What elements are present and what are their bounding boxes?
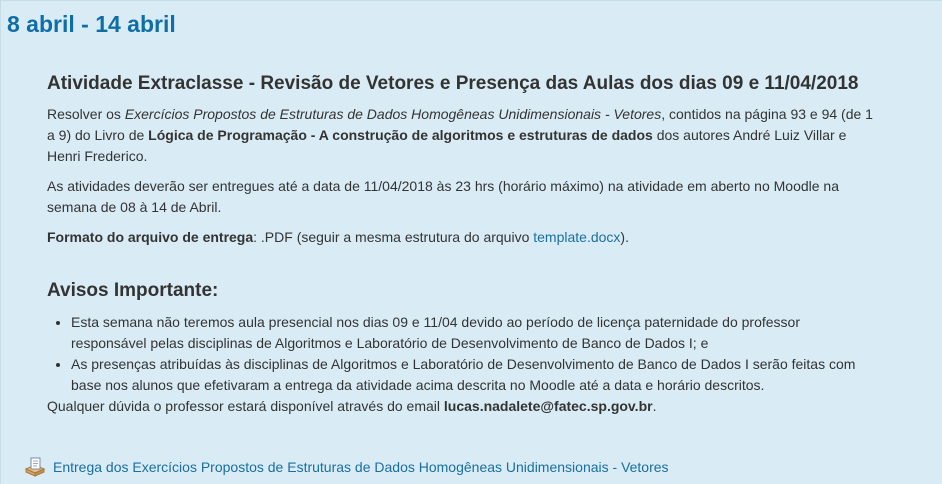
contact-text: Qualquer dúvida o professor estará dispo… [47, 398, 444, 414]
file-format-label: Formato do arquivo de entrega [47, 229, 254, 245]
desc-exercises-title: Exercícios Propostos de Estruturas de Da… [124, 106, 662, 122]
file-format: Formato do arquivo de entrega: .PDF (seg… [47, 227, 877, 248]
desc-text-pre: Resolver os [47, 106, 125, 122]
section-summary: Atividade Extraclasse - Revisão de Vetor… [47, 73, 877, 417]
assignment-link[interactable]: Entrega dos Exercícios Propostos de Estr… [53, 459, 669, 475]
week-title: 8 abril - 14 abril [7, 11, 176, 37]
notices-title: Avisos Importante: [47, 280, 219, 301]
assignment-resource[interactable]: Entrega dos Exercícios Propostos de Estr… [23, 455, 669, 479]
activity-description: Resolver os Exercícios Propostos de Estr… [47, 104, 877, 167]
file-format-end: ). [620, 229, 629, 245]
notice-item: As presenças atribuídas às disciplinas d… [71, 354, 877, 396]
assignment-icon [24, 457, 46, 477]
notices-list: Esta semana não teremos aula presencial … [47, 312, 877, 396]
file-format-text: : .PDF (seguir a mesma estrutura do arqu… [253, 229, 534, 245]
notice-item: Esta semana não teremos aula presencial … [71, 312, 877, 354]
desc-book-title: Lógica de Programação - A construção de … [148, 127, 653, 143]
contact-line: Qualquer dúvida o professor estará dispo… [47, 396, 877, 417]
template-link[interactable]: template.docx [533, 229, 620, 245]
contact-email: lucas.nadalete@fatec.sp.gov.br [443, 398, 653, 414]
contact-end: . [652, 398, 657, 414]
activity-title: Atividade Extraclasse - Revisão de Vetor… [47, 73, 859, 94]
delivery-deadline: As atividades deverão ser entregues até … [47, 178, 840, 215]
